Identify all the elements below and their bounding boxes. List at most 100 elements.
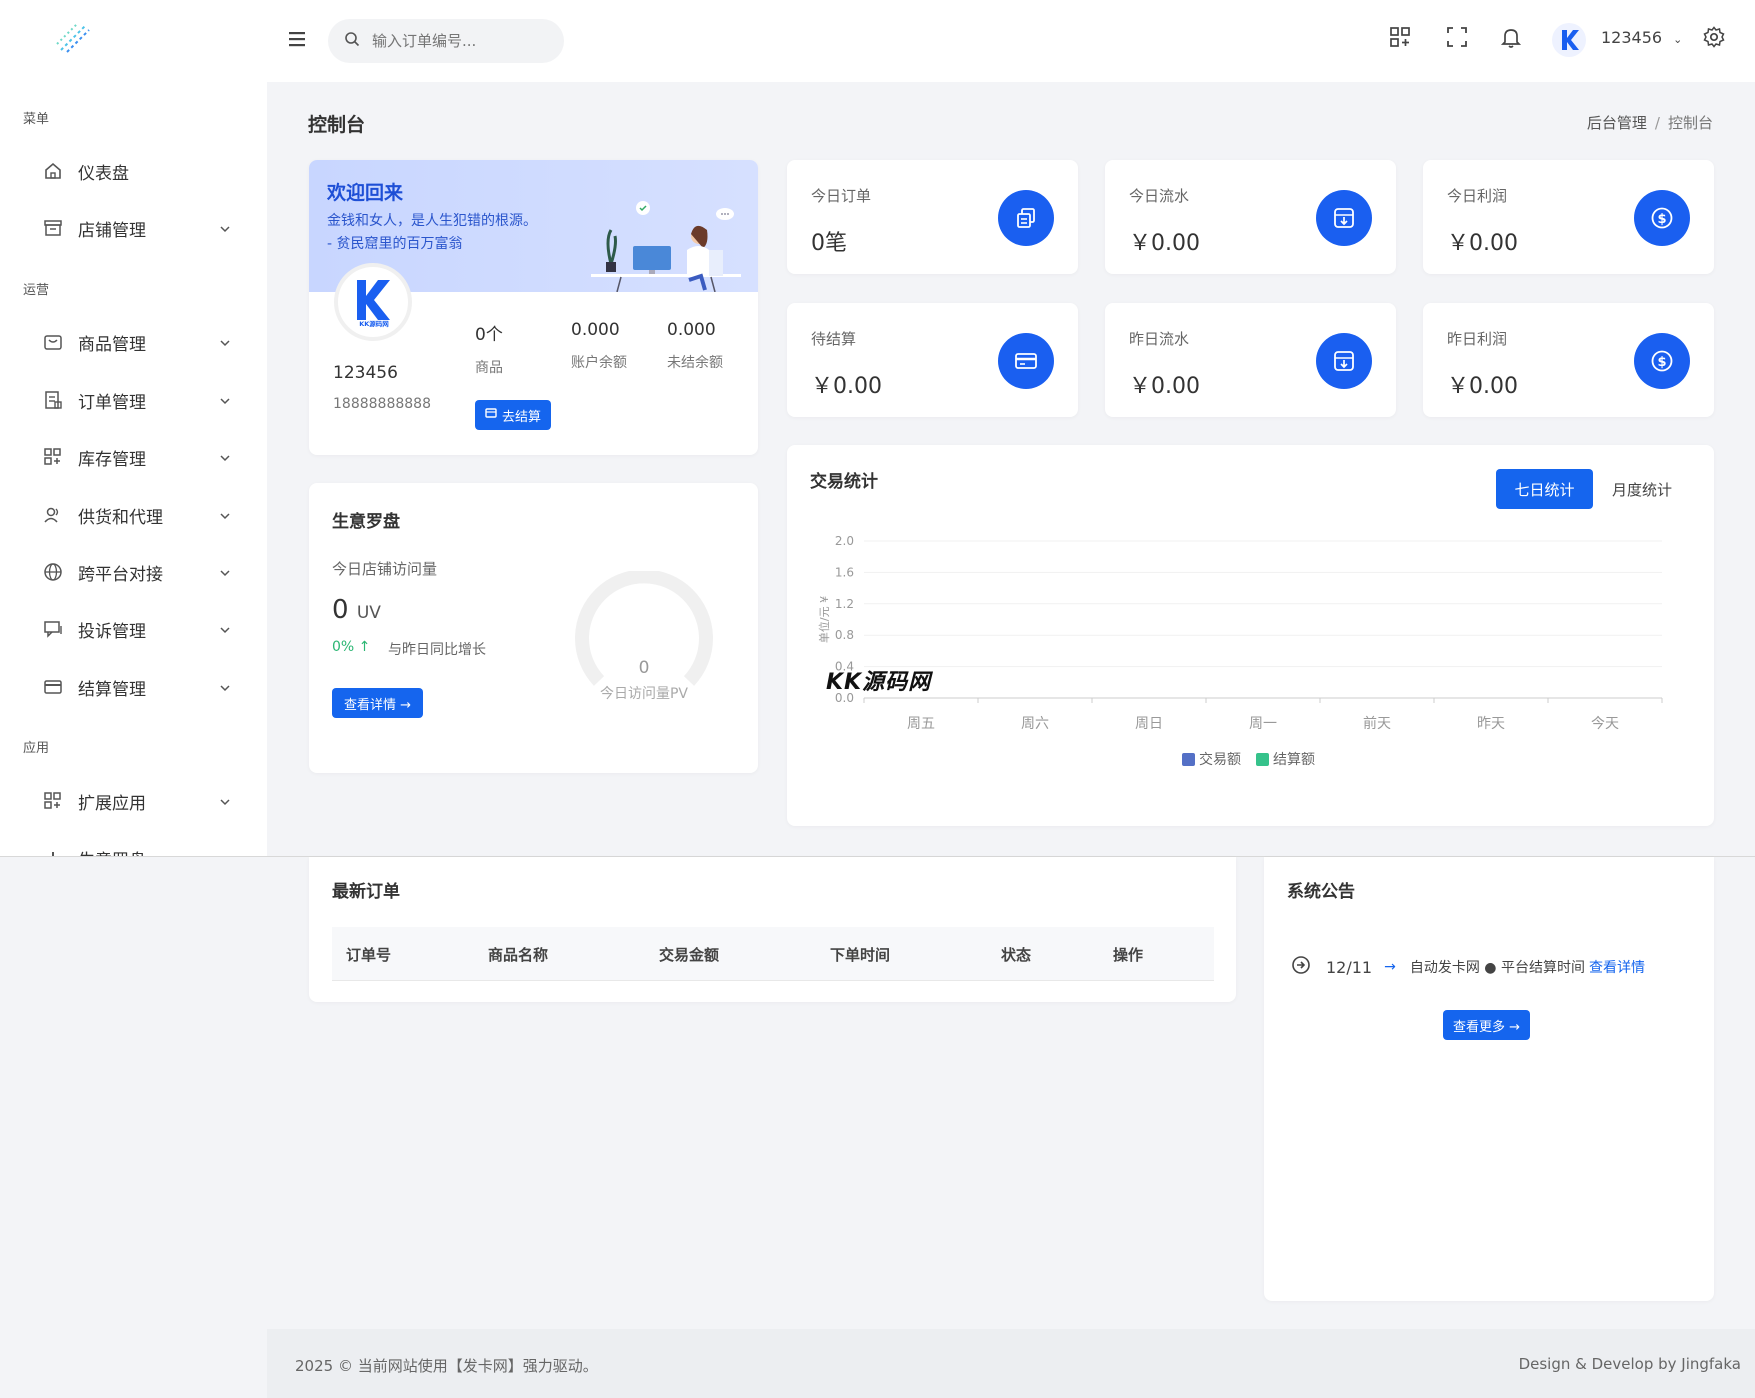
x-tick-label: 昨天: [1477, 716, 1505, 732]
column-header: 下单时间: [830, 946, 891, 964]
chevron-down-icon: [218, 335, 232, 349]
profile-username: 123456: [333, 363, 398, 383]
sidebar-item-orders[interactable]: 订单管理: [42, 380, 232, 420]
welcome-card: 欢迎回来 金钱和女人，是人生犯错的根源。 - 贫民窟里的百万富翁 KK源码网 1…: [309, 160, 758, 455]
sidebar-item-label: 扩展应用: [78, 793, 146, 814]
sidebar-item-products[interactable]: 商品管理: [42, 322, 232, 362]
search-input[interactable]: [372, 32, 542, 50]
stat-card-label: 今日流水: [1129, 187, 1190, 205]
latest-orders-card: 最新订单 订单号 商品名称 交易金额 下单时间 状态 操作: [309, 857, 1236, 1002]
y-axis-label: 单位/元 ¥: [817, 596, 831, 643]
sidebar-item-label: 生意罗盘: [78, 846, 232, 857]
column-header: 操作: [1113, 946, 1144, 964]
column-header: 状态: [1001, 946, 1032, 964]
search-box: [328, 19, 564, 63]
sidebar-item-label: 投诉管理: [78, 621, 146, 642]
user-menu[interactable]: 123456 ⌄: [1601, 28, 1682, 47]
sidebar-item-label: 店铺管理: [78, 220, 146, 241]
sidebar-item-label: 仪表盘: [78, 163, 129, 184]
chevron-down-icon: [218, 508, 232, 522]
compass-card: 生意罗盘 今日店铺访问量 0 UV 0% ↑ 与昨日同比增长 查看详情 → 0 …: [309, 483, 758, 773]
sidebar: 菜单 仪表盘 店铺管理 运营 商品管理 订单管理 库存管理 供货和代理 跨平台对…: [0, 0, 267, 856]
tab-monthly[interactable]: 月度统计: [1602, 469, 1682, 509]
globe-icon: [42, 561, 64, 583]
gear-icon[interactable]: [1702, 25, 1726, 49]
notice-detail-link[interactable]: 查看详情: [1589, 957, 1645, 977]
desk-illustration: [591, 190, 751, 293]
sidebar-item-label: 供货和代理: [78, 507, 163, 528]
view-more-button[interactable]: 查看更多 →: [1443, 1010, 1531, 1040]
orders-title: 最新订单: [332, 882, 400, 902]
stat-card-label: 昨日流水: [1129, 330, 1190, 348]
breadcrumb: 后台管理 / 控制台: [1586, 114, 1713, 132]
stat-card-pending: 待结算 ￥0.00: [787, 303, 1078, 417]
stat-card-yesterday-flow: 昨日流水 ￥0.00: [1105, 303, 1396, 417]
card-icon: [998, 333, 1054, 389]
chevron-down-icon: [218, 794, 232, 808]
copy-icon: [998, 190, 1054, 246]
chevron-down-icon: [218, 393, 232, 407]
breadcrumb-link[interactable]: 后台管理: [1587, 114, 1647, 132]
svg-text:$: $: [1657, 355, 1666, 370]
welcome-title: 欢迎回来: [327, 182, 404, 204]
chat-icon: [42, 618, 64, 640]
legend-swatch: [1182, 753, 1195, 766]
logo[interactable]: [55, 22, 95, 56]
settle-button[interactable]: 去结算: [475, 400, 552, 430]
sidebar-item-label: 结算管理: [78, 679, 146, 700]
sidebar-item-extensions[interactable]: 扩展应用: [42, 781, 232, 821]
arrow-right-icon: →: [1384, 959, 1396, 975]
chevron-down-icon: ⌄: [1673, 33, 1683, 46]
bell-icon[interactable]: [1499, 25, 1523, 49]
x-tick-label: 前天: [1363, 715, 1391, 732]
sidebar-item-complaints[interactable]: 投诉管理: [42, 609, 232, 649]
grid-icon: [42, 446, 64, 468]
footer-credit: Design & Develop by Jingfaka: [1518, 1355, 1741, 1373]
notice-title: 系统公告: [1287, 882, 1355, 902]
stat-label: 账户余额: [571, 355, 627, 371]
chevron-down-icon: [218, 565, 232, 579]
sidebar-item-store[interactable]: 店铺管理: [42, 208, 232, 248]
stat-value: 0个: [475, 325, 503, 345]
stat-card-value: ￥0.00: [1447, 374, 1518, 399]
stat-card-label: 待结算: [811, 330, 857, 348]
stat-card-label: 今日利润: [1447, 187, 1508, 205]
uv-unit: UV: [356, 603, 381, 623]
sidebar-item-dashboard[interactable]: 仪表盘: [42, 151, 232, 191]
sidebar-item-compass[interactable]: 生意罗盘: [42, 838, 232, 856]
sidebar-item-settlement[interactable]: 结算管理: [42, 667, 232, 707]
username-label: 123456: [1601, 28, 1663, 47]
legend-label: 结算额: [1273, 752, 1315, 768]
avatar[interactable]: [1552, 23, 1586, 57]
sidebar-item-cross-platform[interactable]: 跨平台对接: [42, 552, 232, 592]
tab-seven-day[interactable]: 七日统计: [1496, 469, 1593, 509]
menu-toggle-icon[interactable]: [287, 30, 307, 48]
column-header: 交易金额: [659, 946, 720, 964]
sidebar-item-label: 跨平台对接: [78, 564, 163, 585]
page-title: 控制台: [308, 114, 366, 136]
footer: 2025 © 当前网站使用【发卡网】强力驱动。 Design & Develop…: [267, 1329, 1755, 1398]
sidebar-item-supply[interactable]: 供货和代理: [42, 495, 232, 535]
x-tick-label: 周日: [1135, 716, 1163, 732]
x-tick-label: 今天: [1591, 716, 1619, 732]
fullscreen-icon[interactable]: [1445, 25, 1469, 49]
menu-group-label: 运营: [23, 283, 50, 298]
footer-copyright: 2025 © 当前网站使用【发卡网】强力驱动。: [295, 1357, 598, 1375]
stat-card-today-flow: 今日流水 ￥0.00: [1105, 160, 1396, 274]
stat-value: 0.000: [571, 320, 620, 340]
trade-stats-card: 交易统计 七日统计 月度统计 0.0 0.4 0.8 1.2 1.6 2.0 单位/元 ¥ 周…: [787, 445, 1714, 826]
profile-phone: 18888888888: [333, 396, 431, 412]
stat-card-value: 0笔: [811, 231, 847, 256]
chevron-down-icon: [218, 221, 232, 235]
archive-icon: [1316, 190, 1372, 246]
y-tick-label: 1.6: [835, 565, 854, 579]
stat-products: 0个 商品: [475, 320, 565, 377]
profile-avatar: KK源码网: [334, 263, 412, 341]
sidebar-item-inventory[interactable]: 库存管理: [42, 437, 232, 477]
search-icon: [344, 31, 360, 51]
gauge-label: 今日访问量PV: [600, 686, 688, 702]
apps-icon[interactable]: [1388, 25, 1412, 49]
x-tick-label: 周一: [1249, 716, 1277, 732]
sidebar-item-label: 库存管理: [78, 449, 146, 470]
view-details-button[interactable]: 查看详情 →: [332, 688, 424, 718]
